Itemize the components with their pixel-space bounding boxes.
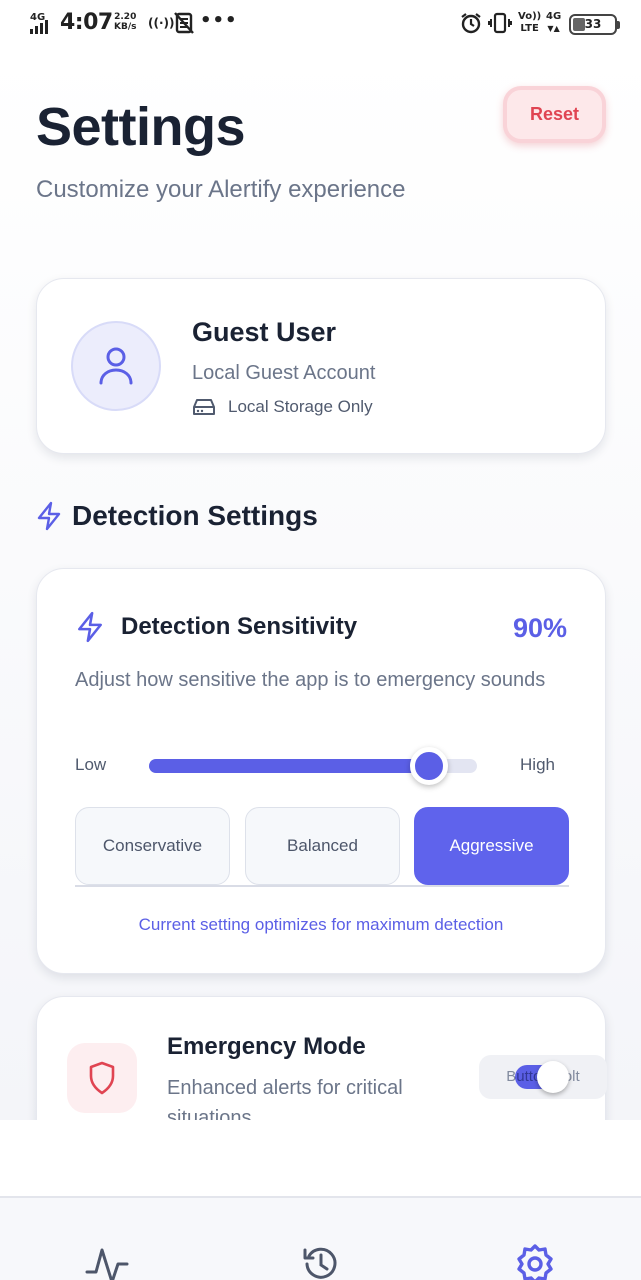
nav-settings[interactable]	[510, 1242, 560, 1280]
mode-conservative-button[interactable]: Conservative	[75, 807, 230, 885]
user-name: Guest User	[192, 317, 337, 347]
storage-info: Local Storage Only	[192, 397, 373, 417]
nav-history[interactable]	[296, 1242, 346, 1280]
detection-settings-heading: Detection Settings	[36, 500, 318, 532]
vibrate-icon	[488, 11, 512, 35]
account-type: Local Guest Account	[192, 362, 376, 384]
section-title: Detection Settings	[72, 500, 318, 531]
battery-level: 33	[584, 17, 602, 31]
user-icon	[99, 347, 133, 385]
hotspot-icon: ((·))	[148, 16, 175, 30]
alarm-icon	[460, 12, 482, 34]
hard-drive-icon	[193, 399, 215, 415]
sensitivity-footer: Current setting optimizes for maximum de…	[138, 915, 504, 934]
slider-high-label: High	[520, 755, 555, 774]
bottom-navigation	[0, 1196, 641, 1280]
mode-divider	[75, 885, 569, 887]
emergency-description: Enhanced alerts for critical situations	[167, 1077, 403, 1120]
volte-indicator: Vo)) LTE	[518, 11, 541, 35]
content-footer-space	[0, 1120, 641, 1196]
emergency-mode-card: Emergency Mode Enhanced alerts for criti…	[36, 996, 607, 1120]
signal-icon: 4G	[28, 12, 54, 36]
nav-activity[interactable]	[82, 1242, 132, 1280]
mode-balanced-button[interactable]: Balanced	[245, 807, 400, 885]
sensitivity-description: Adjust how sensitive the app is to emerg…	[75, 669, 546, 691]
history-icon	[303, 1247, 337, 1279]
emergency-toggle[interactable]: Button Bolt	[479, 1055, 607, 1099]
bolt-icon	[78, 611, 102, 643]
slider-fill	[149, 759, 429, 773]
sensitivity-card: Detection Sensitivity 90% Adjust how sen…	[36, 568, 606, 974]
network-speed-value: 2.20	[114, 12, 137, 22]
network-speed-unit: KB/s	[114, 22, 137, 32]
battery-icon: 33	[569, 14, 620, 35]
user-profile-card: Guest User Local Guest Account Local Sto…	[36, 278, 606, 454]
toggle-knob[interactable]	[537, 1061, 569, 1093]
storage-label: Local Storage Only	[228, 397, 373, 416]
sensitivity-value: 90%	[512, 613, 567, 643]
slider-low-label: Low	[75, 755, 107, 774]
volte-top: Vo))	[518, 11, 542, 22]
emergency-title: Emergency Mode	[167, 1033, 366, 1060]
status-bar: 4G 4:07 2.20 KB/s ((·)) ••• Vo)) LTE 4G …	[0, 0, 641, 48]
slider-thumb[interactable]	[410, 747, 448, 785]
mode-aggressive-button[interactable]: Aggressive	[414, 807, 569, 885]
volte-bottom: LTE	[520, 23, 539, 34]
sensitivity-slider[interactable]	[149, 747, 477, 785]
no-sim-icon	[174, 12, 194, 39]
reset-button[interactable]: Reset	[503, 86, 606, 143]
sensitivity-header: Detection Sensitivity	[75, 611, 357, 643]
data-indicator: 4G ▼▲	[546, 11, 562, 33]
page-subtitle: Customize your Alertify experience	[36, 176, 406, 203]
shield-icon-box	[67, 1043, 137, 1113]
bolt-icon	[37, 501, 61, 531]
more-notifications-icon: •••	[200, 10, 238, 31]
activity-icon	[85, 1248, 129, 1280]
settings-scroll-area[interactable]: Settings Customize your Alertify experie…	[0, 48, 641, 1120]
sensitivity-title: Detection Sensitivity	[121, 613, 358, 640]
sensitivity-mode-selector: Conservative Balanced Aggressive	[75, 807, 569, 887]
clock-time: 4:07	[60, 10, 113, 35]
avatar	[71, 321, 161, 411]
network-type: 4G	[546, 11, 562, 22]
shield-icon	[89, 1061, 115, 1095]
settings-gear-icon	[517, 1244, 553, 1280]
network-speed: 2.20 KB/s	[114, 12, 136, 32]
page-title: Settings	[36, 97, 246, 157]
